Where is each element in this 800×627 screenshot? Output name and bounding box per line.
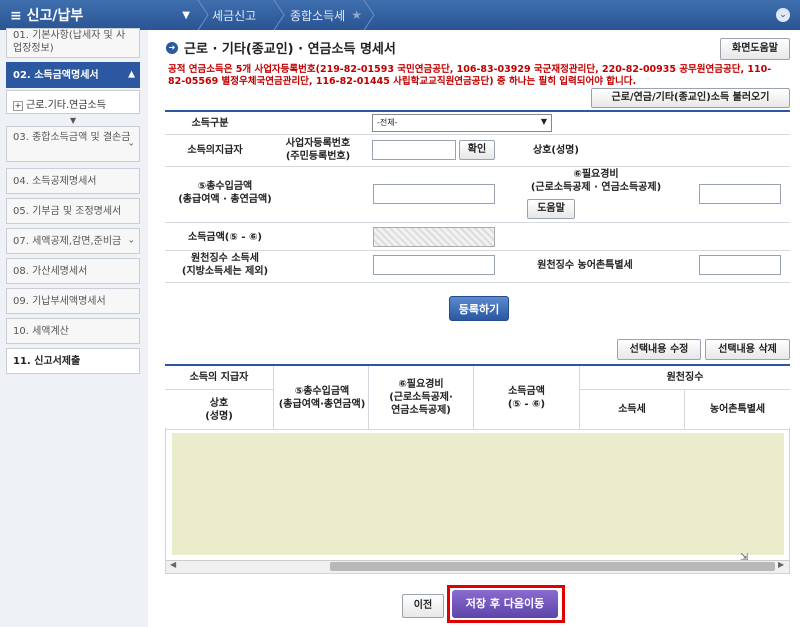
page-title: ➜ 근로 · 기타(종교인) · 연금소득 명세서 [166, 38, 396, 57]
th-income-amount: 소득금액 (⑤ - ⑥) [507, 385, 546, 410]
th-company: 상호 (성명) [205, 397, 233, 422]
register-button[interactable]: 등록하기 [449, 296, 509, 321]
previous-button[interactable]: 이전 [402, 594, 444, 618]
expense-label: ⑥필요경비 (근로소득공제 · 연금소득공제) [530, 169, 662, 193]
divider [165, 222, 790, 223]
breadcrumb-label: 세금신고 [212, 8, 257, 23]
pension-notice: 공적 연금소득은 5개 사업자등록번호(219-82-01593 국민연금공단,… [168, 64, 772, 87]
divider [165, 250, 790, 251]
step-label: 11. 신고서제출 [13, 356, 81, 367]
sidebar-step-07[interactable]: 07. 세액공제,감면,준비금 ⌄ [6, 228, 140, 254]
chevron-down-icon: ⌄ [127, 138, 135, 149]
step-label: 09. 기납부세액명세서 [13, 296, 106, 307]
chevron-up-icon: ▲ [128, 69, 135, 80]
chevron-down-icon: ▼ [182, 9, 190, 21]
th-expense: ⑥필요경비 (근로소득공제· 연금소득공제) [389, 379, 453, 416]
withholding-label: 원천징수 소득세 (지방소득세는 제외) [181, 253, 269, 277]
income-entry-form [165, 110, 790, 112]
sidebar-step-09[interactable]: 09. 기납부세액명세서 [6, 288, 140, 314]
income-type-select[interactable]: -전체- ▼ [372, 114, 552, 132]
income-amount-label: 소득금액(⑤ - ⑥) [188, 232, 262, 243]
withholding-tax-input[interactable] [373, 255, 495, 275]
dropdown-arrow-icon: ▼ [540, 117, 547, 126]
company-label: 상호(성명) [533, 145, 579, 156]
sidebar-step-08[interactable]: 08. 가산세명세서 [6, 258, 140, 284]
step-label: 02. 소득금액명세서 [13, 70, 99, 81]
th-rural-tax: 농어촌특별세 [709, 404, 766, 415]
th-income-tax: 소득세 [618, 404, 646, 415]
delete-selected-button[interactable]: 선택내용 삭제 [705, 339, 790, 360]
sidebar-step-04[interactable]: 04. 소득공제명세서 [6, 168, 140, 194]
step-label: 01. 기본사항(납세자 및 사업장정보) [13, 30, 126, 54]
breadcrumb-separator-icon [362, 0, 376, 31]
scroll-left-icon[interactable]: ◀ [170, 560, 176, 569]
save-and-next-button[interactable]: 저장 후 다음이동 [452, 590, 558, 618]
breadcrumb-separator-icon [272, 0, 286, 31]
mouse-cursor-icon: ⇲ [740, 552, 749, 563]
th-gross-income: ⑤총수입금액 (총급여액·총연금액) [278, 385, 366, 410]
subitem-label: 근로.기타.연금소득 [26, 100, 106, 111]
edit-selected-button[interactable]: 선택내용 수정 [617, 339, 701, 360]
sidebar-step-11[interactable]: 11. 신고서제출 [6, 348, 140, 374]
expense-help-button[interactable]: 도움말 [527, 199, 575, 219]
th-withholding: 원천징수 [666, 372, 704, 383]
gross-income-input[interactable] [373, 184, 495, 204]
table-body-empty [172, 433, 784, 555]
page-title-text: 근로 · 기타(종교인) · 연금소득 명세서 [184, 42, 396, 57]
payer-label: 소득의지급자 [187, 145, 243, 156]
sidebar-step-01[interactable]: 01. 기본사항(납세자 및 사업장정보) [6, 28, 140, 58]
step-label: 03. 종합소득금액 및 결손금 [13, 132, 131, 143]
main-menu-button[interactable]: ≡ 신고/납부 ▼ [0, 0, 200, 30]
menu-label: ≡ 신고/납부 [10, 8, 84, 24]
plus-icon: + [13, 101, 23, 111]
scroll-right-icon[interactable]: ▶ [778, 560, 784, 569]
scrollbar-thumb[interactable] [330, 562, 775, 571]
step-label: 10. 세액계산 [13, 326, 69, 337]
bizno-input[interactable] [372, 140, 456, 160]
breadcrumb-tax-filing[interactable]: 세금신고 [212, 0, 256, 30]
divider [165, 429, 790, 430]
screen-help-button[interactable]: 화면도움말 [720, 38, 790, 60]
expense-input[interactable] [699, 184, 781, 204]
chevron-down-icon: ⌄ [127, 234, 135, 248]
divider [165, 282, 790, 283]
income-type-label: 소득구분 [191, 118, 229, 129]
step-label: 08. 가산세명세서 [13, 266, 88, 277]
confirm-button[interactable]: 확인 [459, 140, 495, 160]
breadcrumb-income-tax[interactable]: 종합소득세 ★ [290, 0, 362, 30]
divider [165, 134, 790, 135]
income-amount-readonly-field [373, 227, 495, 247]
step-label: 05. 기부금 및 조정명세서 [13, 206, 122, 217]
arrow-circle-icon: ➜ [166, 41, 178, 54]
th-payer: 소득의 지급자 [189, 372, 249, 383]
down-triangle-icon: ▼ [70, 116, 77, 125]
star-icon[interactable]: ★ [351, 8, 362, 22]
bizno-label: 사업자등록번호 (주민등록번호) [285, 138, 351, 162]
sidebar-step-05[interactable]: 05. 기부금 및 조정명세서 [6, 198, 140, 224]
load-income-button[interactable]: 근로/연금/기타(종교인)소득 불러오기 [591, 88, 790, 108]
step-label: 07. 세액공제,감면,준비금 [13, 236, 122, 247]
sidebar-step-03[interactable]: 03. 종합소득금액 및 결손금 ⌄ [6, 126, 140, 162]
rural-tax-input[interactable] [699, 255, 781, 275]
sidebar-step-10[interactable]: 10. 세액계산 [6, 318, 140, 344]
breadcrumb-label: 종합소득세 [290, 8, 346, 23]
gross-income-label: ⑤총수입금액 (총급여액 · 총연금액) [178, 181, 272, 205]
step-label: 04. 소득공제명세서 [13, 176, 97, 187]
sidebar-step-02[interactable]: 02. 소득금액명세서 ▲ [6, 62, 140, 88]
divider [165, 166, 790, 167]
breadcrumb-separator-icon [196, 0, 210, 31]
sidebar-subitem-earned-income[interactable]: + 근로.기타.연금소득 [6, 90, 140, 114]
collapse-chevron-icon[interactable]: ⌄ [776, 8, 790, 22]
select-value: -전체- [377, 118, 398, 127]
rural-tax-label: 원천징수 농어촌특별세 [537, 260, 633, 271]
